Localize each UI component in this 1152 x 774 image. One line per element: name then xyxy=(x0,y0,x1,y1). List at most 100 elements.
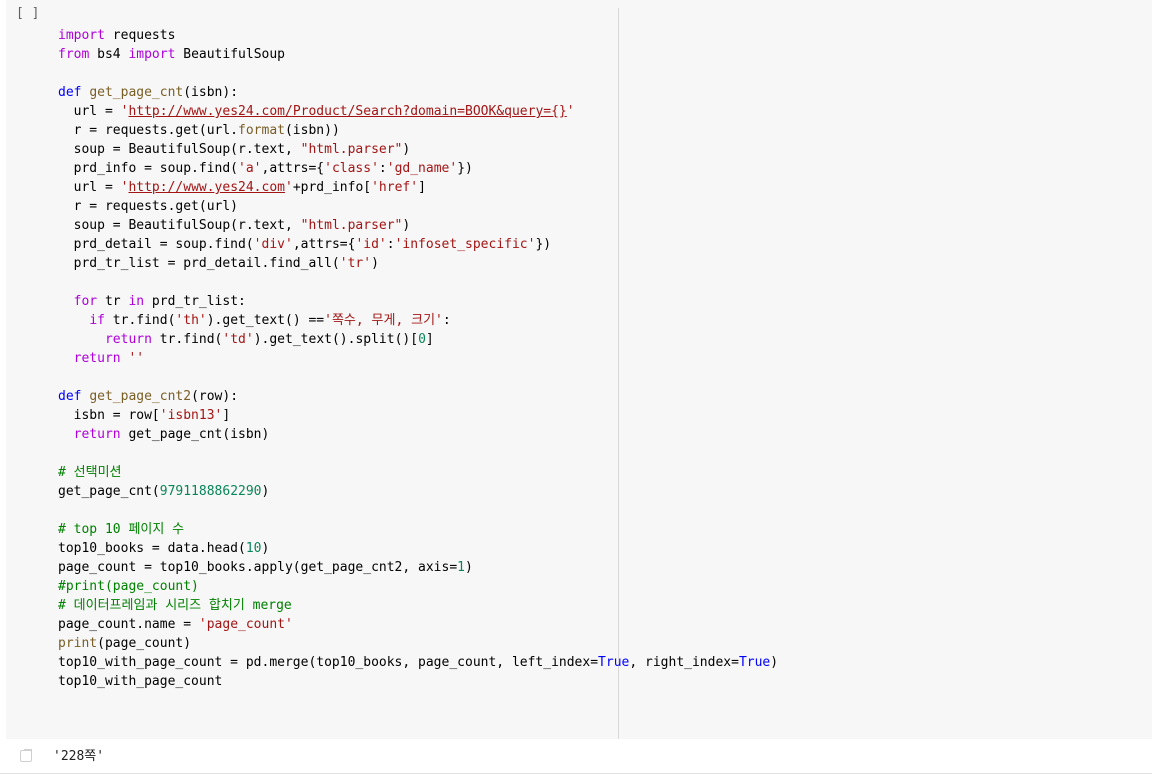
code-line: top10_with_page_count = pd.merge(top10_b… xyxy=(58,653,778,672)
code-token: #print(page_count) xyxy=(58,579,199,594)
code-token: 'a' xyxy=(238,161,262,176)
code-token: ) xyxy=(261,484,270,499)
code-token: : xyxy=(442,313,451,328)
code-token: "html.parser" xyxy=(300,142,403,157)
code-line: # 데이터프레임과 시리즈 합치기 merge xyxy=(58,596,778,615)
code-line: prd_info = soup.find('a',attrs={'class':… xyxy=(58,159,778,178)
code-token: top10_books = data.head( xyxy=(58,541,246,556)
code-line: for tr in prd_tr_list: xyxy=(58,292,778,311)
code-line: r = requests.get(url) xyxy=(58,197,778,216)
code-line: prd_tr_list = prd_detail.find_all('tr') xyxy=(58,254,778,273)
code-line: ​ xyxy=(58,368,778,387)
code-cell[interactable]: [ ] import requests from bs4 import Beaut… xyxy=(6,0,1152,739)
code-token: soup = BeautifulSoup(r.text, xyxy=(58,218,301,233)
code-token: ' xyxy=(285,180,293,195)
code-token: 'gd_name' xyxy=(386,161,458,176)
code-token: prd_detail = soup.find( xyxy=(58,237,254,252)
code-token: url = xyxy=(58,180,121,195)
code-token: page_count.name = xyxy=(58,617,199,632)
code-token: 'href' xyxy=(371,180,419,195)
code-token: 9791188862290 xyxy=(159,484,262,499)
code-line: ​ xyxy=(58,444,778,463)
code-token: prd_tr_list = prd_detail.find_all( xyxy=(58,256,340,271)
code-token: 'tr' xyxy=(339,256,372,271)
code-line: if tr.find('th').get_text() =='쪽수, 무게, 크… xyxy=(58,311,778,330)
code-token: ).get_text() == xyxy=(206,313,325,328)
code-token: tr.find( xyxy=(151,332,223,347)
code-token: (page_count) xyxy=(97,636,192,651)
code-token: "html.parser" xyxy=(300,218,403,233)
code-token: 'td' xyxy=(222,332,254,347)
code-token: tr xyxy=(97,294,129,309)
code-token: soup = BeautifulSoup(r.text, xyxy=(58,142,301,157)
output-clear-icon[interactable] xyxy=(20,749,32,762)
code-token: ) xyxy=(371,256,379,271)
code-token: def xyxy=(58,389,82,404)
code-token: tr.find( xyxy=(104,313,176,328)
code-token: 'isbn13' xyxy=(159,408,223,423)
code-token: ) xyxy=(261,541,270,556)
code-line: ​ xyxy=(58,64,778,83)
code-token: # top 10 페이지 수 xyxy=(58,522,185,537)
code-token: bs4 xyxy=(89,47,129,62)
code-token: # 선택미션 xyxy=(58,465,122,480)
code-token: get_page_cnt xyxy=(89,85,184,100)
code-token: for xyxy=(73,294,98,309)
cell-output: '228쪽' xyxy=(0,739,1152,774)
code-token: 'id' xyxy=(355,237,387,252)
code-token: if xyxy=(89,313,105,328)
code-line: print(page_count) xyxy=(58,634,778,653)
code-line: soup = BeautifulSoup(r.text, "html.parse… xyxy=(58,216,778,235)
code-line: ​ xyxy=(58,501,778,520)
code-token: '' xyxy=(128,351,145,366)
code-token: http://www.yes24.com/Product/Search?doma… xyxy=(128,104,567,119)
code-token: 'th' xyxy=(175,313,207,328)
code-token: ) xyxy=(770,655,779,670)
code-editor[interactable]: import requests from bs4 import Beautiful… xyxy=(58,26,778,691)
code-line: #print(page_count) xyxy=(58,577,778,596)
code-token: prd_info = soup.find( xyxy=(58,161,239,176)
code-line: isbn = row['isbn13'] xyxy=(58,406,778,425)
code-line: page_count = top10_books.apply(get_page_… xyxy=(58,558,778,577)
run-cell-button[interactable]: [ ] xyxy=(16,4,46,24)
code-token: return xyxy=(104,332,152,347)
code-token: r = requests.get(url. xyxy=(58,123,239,138)
code-line: url = 'http://www.yes24.com'+prd_info['h… xyxy=(58,178,778,197)
code-token: 0 xyxy=(418,332,426,347)
code-line: return '' xyxy=(58,349,778,368)
code-token: ' xyxy=(566,104,575,119)
code-token: ) xyxy=(402,142,411,157)
code-token: import xyxy=(58,28,105,43)
code-token: ).get_text().split()[ xyxy=(253,332,419,347)
code-token: ] xyxy=(418,180,426,195)
code-token: prd_tr_list: xyxy=(144,294,246,309)
code-token: (isbn)) xyxy=(284,123,340,138)
code-token: ,attrs={ xyxy=(292,237,356,252)
code-line: prd_detail = soup.find('div',attrs={'id'… xyxy=(58,235,778,254)
code-token: def xyxy=(58,85,82,100)
code-token: format xyxy=(238,123,285,138)
code-token: return xyxy=(73,427,121,442)
code-line: soup = BeautifulSoup(r.text, "html.parse… xyxy=(58,140,778,159)
code-line: return tr.find('td').get_text().split()[… xyxy=(58,330,778,349)
code-token: return xyxy=(73,351,121,366)
code-token: http://www.yes24.com xyxy=(128,180,285,195)
output-text: '228쪽' xyxy=(53,749,105,764)
code-token: (isbn): xyxy=(183,85,239,100)
code-token: get_page_cnt( xyxy=(58,484,160,499)
code-token: r = requests.get(url) xyxy=(58,199,239,214)
code-line: top10_books = data.head(10) xyxy=(58,539,778,558)
code-token: 'infoset_specific' xyxy=(394,237,536,252)
code-token: True xyxy=(598,655,630,670)
code-line: def get_page_cnt2(row): xyxy=(58,387,778,406)
code-line: import requests xyxy=(58,26,778,45)
code-line: url = 'http://www.yes24.com/Product/Sear… xyxy=(58,102,778,121)
code-token: }) xyxy=(457,161,473,176)
code-token: get_page_cnt(isbn) xyxy=(120,427,270,442)
code-token: : xyxy=(378,161,387,176)
code-token: top10_with_page_count = pd.merge(top10_b… xyxy=(58,655,599,670)
code-line: top10_with_page_count xyxy=(58,672,778,691)
